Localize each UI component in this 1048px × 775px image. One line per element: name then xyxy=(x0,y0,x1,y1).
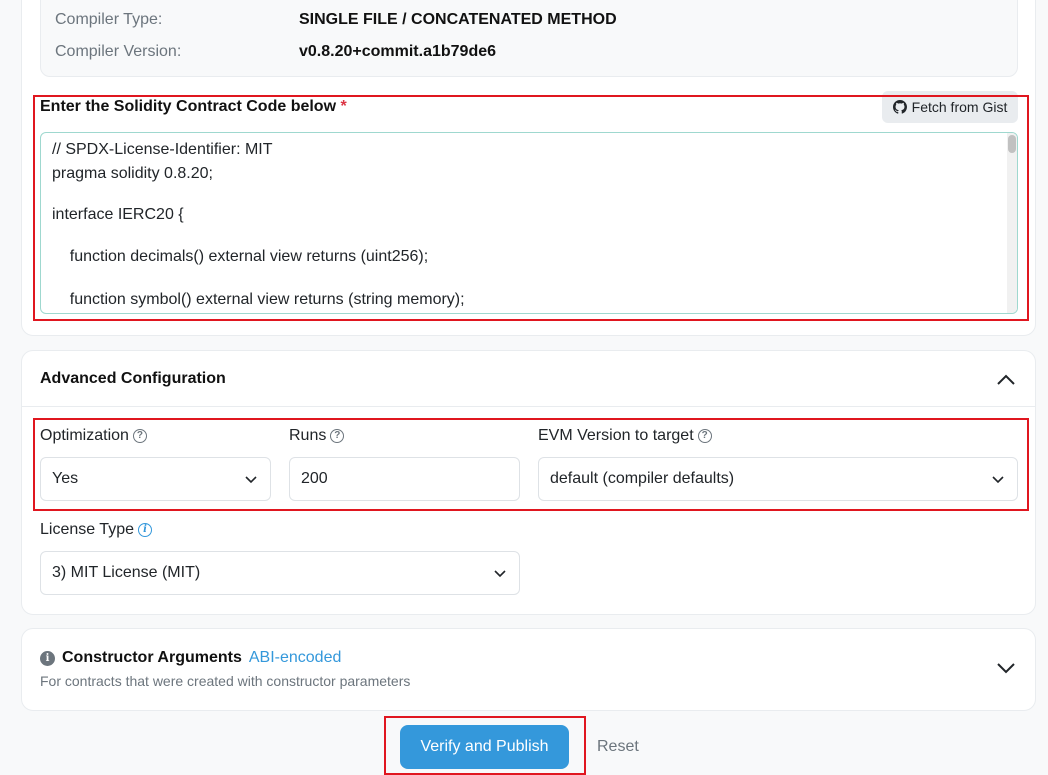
code-line: interface IERC20 { xyxy=(52,206,184,223)
advanced-configuration-card: Advanced Configuration Optimization ? Ye… xyxy=(21,350,1036,615)
compiler-version-label: Compiler Version: xyxy=(55,43,182,60)
optimization-select[interactable]: Yes xyxy=(40,457,271,501)
help-icon[interactable]: ? xyxy=(330,429,345,443)
optimization-value: Yes xyxy=(52,470,79,487)
chevron-down-icon xyxy=(992,476,1004,484)
code-line: pragma solidity 0.8.20; xyxy=(52,165,213,182)
verify-and-publish-button[interactable]: Verify and Publish xyxy=(400,725,569,769)
help-icon[interactable]: ? xyxy=(132,429,147,443)
optimization-label: Optimization ? xyxy=(40,427,147,445)
license-type-label: License Type i xyxy=(40,521,152,539)
chevron-down-icon[interactable] xyxy=(995,657,1017,679)
license-type-value: 3) MIT License (MIT) xyxy=(52,564,201,581)
runs-input[interactable] xyxy=(289,457,520,501)
evm-version-label: EVM Version to target ? xyxy=(538,427,712,445)
code-section-title-text: Enter the Solidity Contract Code below xyxy=(40,98,337,115)
advanced-configuration-title: Advanced Configuration xyxy=(40,370,226,387)
code-line: // SPDX-License-Identifier: MIT xyxy=(52,141,273,158)
compiler-type-label: Compiler Type: xyxy=(55,11,163,28)
evm-version-select[interactable]: default (compiler defaults) xyxy=(538,457,1018,501)
divider xyxy=(22,406,1035,407)
optimization-label-text: Optimization xyxy=(40,427,129,444)
constructor-arguments-card[interactable]: i Constructor Arguments ABI-encoded For … xyxy=(21,628,1036,711)
constructor-arguments-subtitle: For contracts that were created with con… xyxy=(40,673,411,689)
license-type-label-text: License Type xyxy=(40,521,134,538)
code-line: function decimals() external view return… xyxy=(52,248,429,265)
compiler-type-value: SINGLE FILE / CONCATENATED METHOD xyxy=(299,11,617,28)
constructor-arguments-header: i Constructor Arguments ABI-encoded xyxy=(40,649,341,667)
license-type-select[interactable]: 3) MIT License (MIT) xyxy=(40,551,520,595)
evm-version-label-text: EVM Version to target xyxy=(538,427,694,444)
evm-version-value: default (compiler defaults) xyxy=(550,470,735,487)
code-section-title: Enter the Solidity Contract Code below * xyxy=(40,98,347,116)
code-scrollbar-thumb[interactable] xyxy=(1008,135,1016,153)
chevron-up-icon[interactable] xyxy=(995,369,1017,391)
runs-label-text: Runs xyxy=(289,427,327,444)
info-icon[interactable]: i xyxy=(138,523,152,537)
chevron-down-icon xyxy=(245,476,257,484)
github-icon xyxy=(892,100,907,114)
contract-code-card: Compiler Type: SINGLE FILE / CONCATENATE… xyxy=(21,0,1036,336)
fetch-from-gist-button[interactable]: Fetch from Gist xyxy=(882,91,1018,123)
chevron-down-icon xyxy=(494,570,506,578)
info-icon: i xyxy=(40,650,55,666)
code-scrollbar[interactable] xyxy=(1007,133,1017,313)
abi-encoded-badge: ABI-encoded xyxy=(248,649,342,666)
constructor-arguments-title: Constructor Arguments xyxy=(62,649,242,666)
fetch-from-gist-label: Fetch from Gist xyxy=(911,99,1008,115)
reset-button[interactable]: Reset xyxy=(597,738,639,756)
compiler-info-box: Compiler Type: SINGLE FILE / CONCATENATE… xyxy=(40,0,1018,77)
contract-code-textarea[interactable]: // SPDX-License-Identifier: MIT pragma s… xyxy=(40,132,1018,314)
help-icon[interactable]: ? xyxy=(697,429,712,443)
code-line: function symbol() external view returns … xyxy=(52,291,465,308)
required-marker: * xyxy=(340,98,347,115)
runs-label: Runs ? xyxy=(289,427,345,445)
compiler-version-value: v0.8.20+commit.a1b79de6 xyxy=(299,43,497,60)
